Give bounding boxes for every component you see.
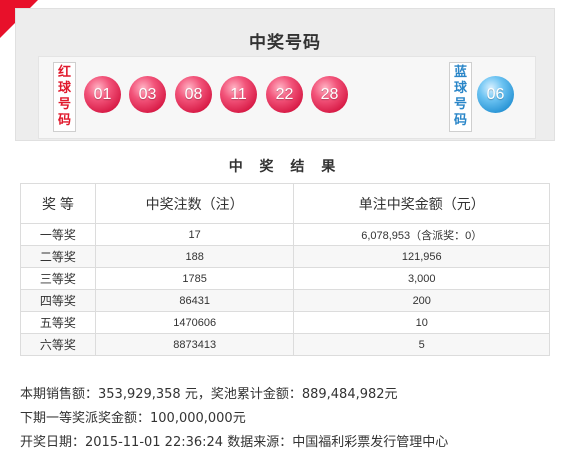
red-ball: 01 (84, 76, 121, 113)
table-row: 五等奖 1470606 10 (20, 311, 550, 334)
table-header-row: 奖 等 中奖注数（注） 单注中奖金额（元） (20, 183, 550, 224)
prize-amount: 5 (293, 333, 550, 356)
column-header-count: 中奖注数（注） (94, 183, 295, 224)
label-char: 号 (57, 97, 71, 112)
red-ball: 03 (129, 76, 166, 113)
table-row: 三等奖 1785 3,000 (20, 267, 550, 290)
results-title: 中 奖 结 果 (228, 159, 342, 175)
winner-count: 1470606 (94, 311, 295, 334)
red-ball-label: 红球号码 (53, 62, 76, 132)
red-ball: 28 (311, 76, 348, 113)
blue-ball-label: 蓝球号码 (449, 62, 472, 132)
winner-count: 8873413 (94, 333, 295, 356)
prize-amount: 6,078,953（含派奖：0） (293, 223, 550, 246)
prize-level: 四等奖 (20, 289, 96, 312)
prize-level: 六等奖 (20, 333, 96, 356)
prize-amount: 200 (293, 289, 550, 312)
label-char: 红 (57, 65, 71, 80)
sales-info: 本期销售额：353,929,358 元，奖池累计金额：889,484,982元 (20, 387, 398, 402)
red-ball: 08 (175, 76, 212, 113)
winner-count: 17 (94, 223, 295, 246)
winning-numbers-title: 中奖号码 (249, 33, 321, 53)
label-char: 号 (453, 97, 467, 112)
column-header-amount: 单注中奖金额（元） (293, 183, 550, 224)
prize-amount: 10 (293, 311, 550, 334)
label-char: 码 (453, 113, 467, 128)
prize-amount: 3,000 (293, 267, 550, 290)
winner-count: 1785 (94, 267, 295, 290)
red-ball: 11 (220, 76, 257, 113)
label-char: 蓝 (453, 65, 467, 80)
blue-ball: 06 (477, 76, 514, 113)
table-row: 四等奖 86431 200 (20, 289, 550, 312)
winning-numbers-panel: 中奖号码 红球号码 01 03 08 11 22 28 蓝球号码 06 (15, 8, 555, 141)
winner-count: 188 (94, 245, 295, 268)
prize-level: 一等奖 (20, 223, 96, 246)
prize-level: 五等奖 (20, 311, 96, 334)
table-row: 二等奖 188 121,956 (20, 245, 550, 268)
prize-amount: 121,956 (293, 245, 550, 268)
prize-level: 二等奖 (20, 245, 96, 268)
balls-area: 红球号码 01 03 08 11 22 28 蓝球号码 06 (38, 56, 536, 139)
label-char: 码 (57, 113, 71, 128)
next-prize-info: 下期一等奖派奖金额：100,000,000元 (20, 411, 246, 426)
table-row: 六等奖 8873413 5 (20, 333, 550, 356)
prize-table: 奖 等 中奖注数（注） 单注中奖金额（元） 一等奖 17 6,078,953（含… (20, 183, 550, 356)
label-char: 球 (453, 81, 467, 96)
winner-count: 86431 (94, 289, 295, 312)
prize-level: 三等奖 (20, 267, 96, 290)
red-ball: 22 (266, 76, 303, 113)
column-header-level: 奖 等 (20, 183, 96, 224)
label-char: 球 (57, 81, 71, 96)
draw-date-info: 开奖日期：2015-11-01 22:36:24 数据来源：中国福利彩票发行管理… (20, 435, 449, 450)
table-row: 一等奖 17 6,078,953（含派奖：0） (20, 223, 550, 246)
